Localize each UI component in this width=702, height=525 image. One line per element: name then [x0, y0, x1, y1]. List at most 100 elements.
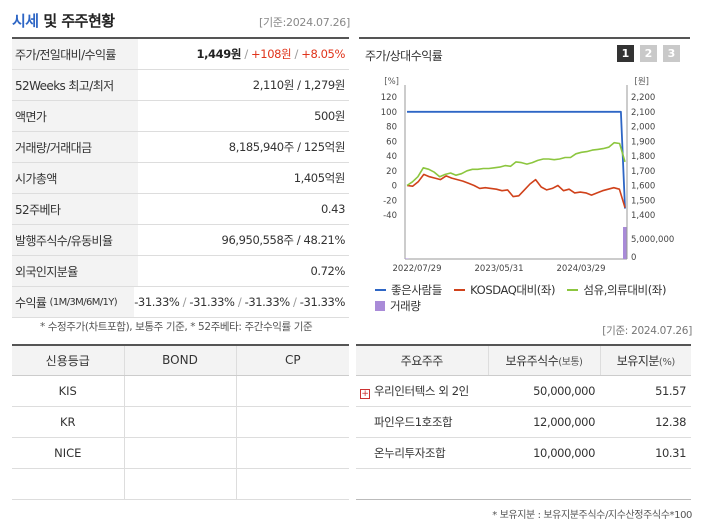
credit-agency: NICE: [12, 437, 125, 469]
quote-value: 8,185,940주 / 125억원: [228, 140, 346, 154]
quote-label: 주가/전일대비/수익률: [12, 39, 138, 69]
right-tick-label: 1,700: [631, 167, 655, 177]
chart-title: 주가/상대수익률: [365, 49, 443, 63]
left-tick-label: 120: [381, 93, 397, 103]
section-title: 시세 및 주주현황: [12, 10, 115, 31]
left-tick-label: 100: [381, 108, 397, 118]
quote-value: 0.43: [320, 202, 345, 216]
legend-item-stock: 좋은사람들: [375, 282, 442, 298]
legend-line-icon: [567, 289, 579, 291]
credit-header: CP: [236, 345, 349, 376]
asof-date: [기준:2024.07.26]: [258, 16, 350, 29]
plus-icon[interactable]: +: [360, 388, 370, 399]
title-main: 시세: [12, 12, 39, 30]
holder-name[interactable]: + 우리인터텍스 외 2인: [356, 375, 488, 407]
return-6m: -31.33%: [244, 295, 291, 309]
holder-name: 온누리투자조합: [356, 437, 488, 469]
returns-value: -31.33% / -31.33% / -31.33% / -31.33%: [134, 295, 346, 309]
table-row: NICE: [12, 437, 349, 469]
credit-bond: [124, 406, 237, 438]
holders-header: 주요주주: [356, 345, 489, 376]
right-tick-label: 2,000: [631, 123, 655, 133]
volume-bar: [623, 227, 627, 259]
legend-square-icon: [375, 301, 385, 311]
chart-legend: 좋은사람들 KOSDAQ대비(좌) 섬유,의류대비(좌) 거래량: [375, 280, 690, 314]
return-1m: -31.33%: [134, 295, 180, 309]
holders-header: 보유지분(%): [600, 345, 691, 376]
return-3m: -31.33%: [189, 295, 235, 309]
holder-shares: 12,000,000: [488, 406, 600, 438]
credit-header: BOND: [124, 345, 237, 376]
holders-header: 보유주식수(보통): [488, 345, 601, 376]
credit-cp: [236, 406, 349, 438]
quote-value: 500원: [314, 109, 345, 123]
table-row: KR: [12, 406, 349, 438]
right-axis-unit: [원]: [635, 77, 649, 87]
quote-label: 시가총액: [12, 163, 138, 193]
chart-tab-1[interactable]: 1: [617, 45, 634, 62]
credit-rating-table: 신용등급 BOND CP KIS KR NICE: [12, 344, 349, 500]
volume-tick-label: 0: [631, 253, 636, 263]
holders-asof-date: [기준: 2024.07.26]: [602, 325, 692, 337]
table-row: KIS: [12, 375, 349, 407]
quote-label: 외국인지분율: [12, 256, 138, 286]
right-tick-label: 1,800: [631, 152, 655, 162]
x-tick-label: 2022/07/29: [393, 264, 442, 274]
x-tick-label: 2024/03/29: [557, 264, 606, 274]
volume-tick-label: 5,000,000: [631, 235, 674, 245]
credit-header: 신용등급: [12, 345, 125, 376]
left-tick-label: -20: [383, 196, 397, 206]
table-row: [12, 468, 349, 500]
right-tick-label: 2,100: [631, 108, 655, 118]
quote-value: 0.72%: [310, 264, 345, 278]
shareholders-table: 주요주주 보유주식수(보통) 보유지분(%) + 우리인터텍스 외 2인 50,0…: [356, 344, 691, 500]
quote-row-par: 액면가 500원: [12, 101, 349, 132]
right-tick-label: 1,900: [631, 137, 655, 147]
section-header: 시세 및 주주현황 [기준:2024.07.26]: [12, 8, 350, 34]
chart-panel: [%] [원] 120 100 80 60 40 20 0 -20 -40 2,200 2,100 2,0…: [359, 37, 690, 314]
legend-item-textile: 섬유,의류대비(좌): [567, 282, 666, 298]
legend-line-icon: [375, 289, 386, 291]
chart-tab-2[interactable]: 2: [640, 45, 657, 62]
quote-value: 1,449원 / +108원 / +8.05%: [196, 47, 345, 61]
left-tick-label: 20: [386, 167, 397, 177]
table-row: 온누리투자조합 10,000,000 10.31: [356, 437, 691, 469]
quote-row-price: 주가/전일대비/수익률 1,449원 / +108원 / +8.05%: [12, 39, 349, 70]
holder-shares: 50,000,000: [488, 375, 600, 407]
price-value: 1,449원: [196, 47, 242, 61]
legend-item-kosdaq: KOSDAQ대비(좌): [454, 282, 556, 298]
credit-header-row: 신용등급 BOND CP: [12, 345, 349, 376]
quote-value: 96,950,558주 / 48.21%: [221, 233, 346, 247]
credit-bond: [124, 375, 237, 407]
left-tick-label: 40: [386, 152, 397, 162]
quote-label: 수익률 (1M/3M/6M/1Y): [12, 287, 135, 317]
price-rate: +8.05%: [301, 47, 345, 61]
legend-item-volume: 거래량: [375, 298, 421, 314]
holders-footnote: * 보유지분 : 보유지분주식수/지수산정주식수*100: [492, 510, 692, 521]
credit-cp: [236, 437, 349, 469]
right-tick-label: 1,400: [631, 211, 655, 221]
holder-shares: 10,000,000: [488, 437, 600, 469]
left-tick-label: 0: [392, 182, 397, 192]
credit-bond: [124, 437, 237, 469]
right-tick-label: 1,500: [631, 196, 655, 206]
title-rest: 및 주주현황: [38, 12, 115, 30]
quote-value: 1,405억원: [293, 171, 346, 185]
holders-header-row: 주요주주 보유주식수(보통) 보유지분(%): [356, 345, 691, 376]
quote-row-52weeks: 52Weeks 최고/최저 2,110원 / 1,279원: [12, 70, 349, 101]
quote-value: 2,110원 / 1,279원: [252, 78, 346, 92]
stock-chart: [%] [원] 120 100 80 60 40 20 0 -20 -40 2,200 2,100 2,0…: [381, 77, 675, 274]
credit-cp: [236, 375, 349, 407]
chart-tab-3[interactable]: 3: [663, 45, 680, 62]
right-tick-label: 1,600: [631, 182, 655, 192]
chart-tabs: 1 2 3: [617, 45, 680, 62]
quote-row-returns: 수익률 (1M/3M/6M/1Y) -31.33% / -31.33% / -3…: [12, 287, 349, 318]
quote-row-beta: 52주베타 0.43: [12, 194, 349, 225]
table-row: + 우리인터텍스 외 2인 50,000,000 51.57: [356, 375, 691, 407]
holder-name: 파인우드1호조합: [356, 406, 488, 438]
quote-label: 발행주식수/유동비율: [12, 225, 138, 255]
quote-row-marketcap: 시가총액 1,405억원: [12, 163, 349, 194]
series-line-1: [406, 173, 626, 208]
return-1y: -31.33%: [299, 295, 346, 309]
legend-line-icon: [454, 289, 466, 291]
